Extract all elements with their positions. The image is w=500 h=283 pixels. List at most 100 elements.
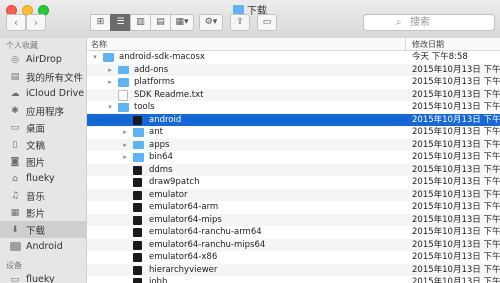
sidebar-item-applications[interactable]: ✱ 应用程序 xyxy=(0,102,86,119)
file-row[interactable]: emulator64-ranchu-arm64 2015年10月13日 下午5: xyxy=(87,226,500,239)
sidebar-item-downloads[interactable]: ⬇ 下载 xyxy=(0,221,86,238)
back-button[interactable]: ‹ xyxy=(6,14,26,31)
file-row[interactable]: emulator64-x86 2015年10月13日 下午5: xyxy=(87,251,500,264)
arrange-button[interactable]: ▦▾ xyxy=(170,14,194,31)
column-divider[interactable] xyxy=(405,38,406,50)
home-icon: ⌂ xyxy=(12,173,18,184)
list-view-button[interactable]: ☰ xyxy=(110,14,131,31)
modified-date: 2015年10月13日 下午5: xyxy=(412,139,500,150)
sidebar-item-cloud[interactable]: ☁ iCloud Drive xyxy=(0,85,86,102)
file-name: add-ons xyxy=(134,64,169,75)
sidebar-item-documents[interactable]: ▯ 文稿 xyxy=(0,136,86,153)
disclosure-triangle-icon[interactable]: ▾ xyxy=(106,101,114,114)
file-row[interactable]: ▾ android-sdk-macosx 今天 下午8:58 xyxy=(87,51,500,64)
action-button[interactable]: ⚙▾ xyxy=(199,14,223,31)
modified-date: 2015年10月13日 下午5: xyxy=(412,189,500,200)
executable-icon xyxy=(133,165,142,175)
modified-date: 2015年10月13日 下午5: xyxy=(412,127,500,137)
executable-icon xyxy=(133,278,142,283)
sidebar-item-label: Android xyxy=(26,241,63,252)
file-row[interactable]: android 2015年10月13日 下午5: xyxy=(87,113,500,126)
disclosure-triangle-icon[interactable]: ▸ xyxy=(121,139,129,152)
folder-icon xyxy=(133,140,144,149)
column-view-button[interactable]: ▥ xyxy=(130,14,151,31)
file-row[interactable]: ▸ bin64 2015年10月13日 下午5: xyxy=(87,151,500,164)
sidebar-item-airdrop[interactable]: ◎ AirDrop xyxy=(0,51,86,68)
folder-icon xyxy=(133,128,144,137)
sidebar-item-label: 音乐 xyxy=(26,191,46,203)
toolbar: 下载 ‹ › ⊞ ☰ ▥ ▤ ▦▾ ⚙▾ ⇪ ▭ ⌕ 搜索 xyxy=(0,0,500,39)
executable-icon xyxy=(133,203,142,212)
file-name: platforms xyxy=(134,77,175,87)
name-column-header[interactable]: 名称 xyxy=(91,39,107,50)
search-input[interactable]: ⌕ 搜索 xyxy=(363,14,495,31)
file-row[interactable]: ▸ apps 2015年10月13日 下午5: xyxy=(87,138,500,152)
file-row[interactable]: SDK Readme.txt 2015年10月13日 下午6: xyxy=(87,88,500,101)
sidebar-item-music[interactable]: ♫ 音乐 xyxy=(0,187,86,204)
modified-date: 2015年10月13日 下午5: xyxy=(412,152,500,162)
sidebar: 个人收藏 ◎ AirDrop ▤ 我的所有文件 ☁ iCloud Drive ✱ 应用程序 ▭ 桌… xyxy=(0,38,87,283)
file-row[interactable]: ▾ tools 2015年10月13日 下午5: xyxy=(87,101,500,114)
modified-date: 2015年10月13日 下午6: xyxy=(412,64,500,75)
executable-icon xyxy=(133,253,142,262)
file-name: SDK Readme.txt xyxy=(134,89,204,100)
coverflow-view-button[interactable]: ▤ xyxy=(150,14,171,31)
file-row[interactable]: ddms 2015年10月13日 下午5: xyxy=(87,163,500,176)
sidebar-item-all-files[interactable]: ▤ 我的所有文件 xyxy=(0,68,86,85)
sidebar-item-label: flueky xyxy=(26,274,55,283)
list-header: 名称 修改日期 xyxy=(87,38,500,51)
file-row[interactable]: emulator64-mips 2015年10月13日 下午5: xyxy=(87,213,500,226)
file-row[interactable]: jobb 2015年10月13日 下午5: xyxy=(87,276,500,283)
file-name: emulator64-arm xyxy=(149,202,219,212)
disclosure-triangle-icon[interactable]: ▸ xyxy=(121,126,129,139)
executable-icon xyxy=(133,190,142,200)
modified-date: 2015年10月13日 下午6: xyxy=(412,77,500,87)
tag-button[interactable]: ▭ xyxy=(257,14,277,31)
file-row[interactable]: emulator64-arm 2015年10月13日 下午5: xyxy=(87,201,500,214)
sidebar-item-movies[interactable]: ▦ 影片 xyxy=(0,204,86,221)
file-row[interactable]: ▸ add-ons 2015年10月13日 下午6: xyxy=(87,63,500,77)
file-name: android-sdk-macosx xyxy=(119,52,205,62)
disclosure-triangle-icon[interactable]: ▸ xyxy=(106,64,114,77)
view-mode-control: ⊞ ☰ ▥ ▤ xyxy=(90,14,171,31)
desktop-icon: ▭ xyxy=(10,122,20,133)
disclosure-triangle-icon[interactable]: ▸ xyxy=(106,76,114,89)
file-row[interactable]: draw9patch 2015年10月13日 下午5: xyxy=(87,176,500,189)
sidebar-item-device[interactable]: ▭ flueky xyxy=(0,271,86,283)
folder-icon xyxy=(133,153,144,162)
downloads-icon: ⬇ xyxy=(11,224,19,235)
executable-icon xyxy=(133,265,142,275)
modified-date: 2015年10月13日 下午5: xyxy=(412,177,500,187)
sidebar-item-label: 我的所有文件 xyxy=(26,72,84,84)
folder-icon xyxy=(118,78,129,87)
file-list: 名称 修改日期 ▾ android-sdk-macosx 今天 下午8:58 ▸ add… xyxy=(87,38,500,283)
disclosure-triangle-icon[interactable]: ▸ xyxy=(121,151,129,164)
executable-icon xyxy=(133,228,142,237)
sidebar-item-label: 下载 xyxy=(26,225,46,237)
computer-icon: ▭ xyxy=(10,274,20,283)
file-row[interactable]: emulator64-ranchu-mips64 2015年10月13日 下午5: xyxy=(87,238,500,251)
all-files-icon: ▤ xyxy=(10,71,20,82)
modified-date: 2015年10月13日 下午5: xyxy=(412,277,500,283)
file-name: emulator64-mips xyxy=(149,214,222,225)
sidebar-item-pictures[interactable]: ◙ 图片 xyxy=(0,153,86,170)
sidebar-item-folder[interactable]: Android xyxy=(0,238,86,255)
sidebar-item-home[interactable]: ⌂ flueky xyxy=(0,170,86,187)
date-column-header[interactable]: 修改日期 xyxy=(412,39,444,50)
sidebar-item-label: 文稿 xyxy=(26,140,46,152)
disclosure-triangle-icon[interactable]: ▾ xyxy=(91,51,99,64)
icon-view-button[interactable]: ⊞ xyxy=(90,14,111,31)
folder-icon xyxy=(103,53,114,62)
file-name: apps xyxy=(149,139,170,150)
forward-button[interactable]: › xyxy=(26,14,46,31)
file-row[interactable]: emulator 2015年10月13日 下午5: xyxy=(87,188,500,201)
file-row[interactable]: ▸ ant 2015年10月13日 下午5: xyxy=(87,126,500,139)
devices-header: 设备 xyxy=(6,261,22,270)
modified-date: 2015年10月13日 下午5: xyxy=(412,164,500,175)
favorites-header: 个人收藏 xyxy=(6,41,38,50)
share-button[interactable]: ⇪ xyxy=(230,14,250,31)
file-row[interactable]: ▸ platforms 2015年10月13日 下午6: xyxy=(87,76,500,89)
file-row[interactable]: hierarchyviewer 2015年10月13日 下午5: xyxy=(87,263,500,276)
sidebar-item-desktop[interactable]: ▭ 桌面 xyxy=(0,119,86,136)
file-name: jobb xyxy=(149,277,168,283)
